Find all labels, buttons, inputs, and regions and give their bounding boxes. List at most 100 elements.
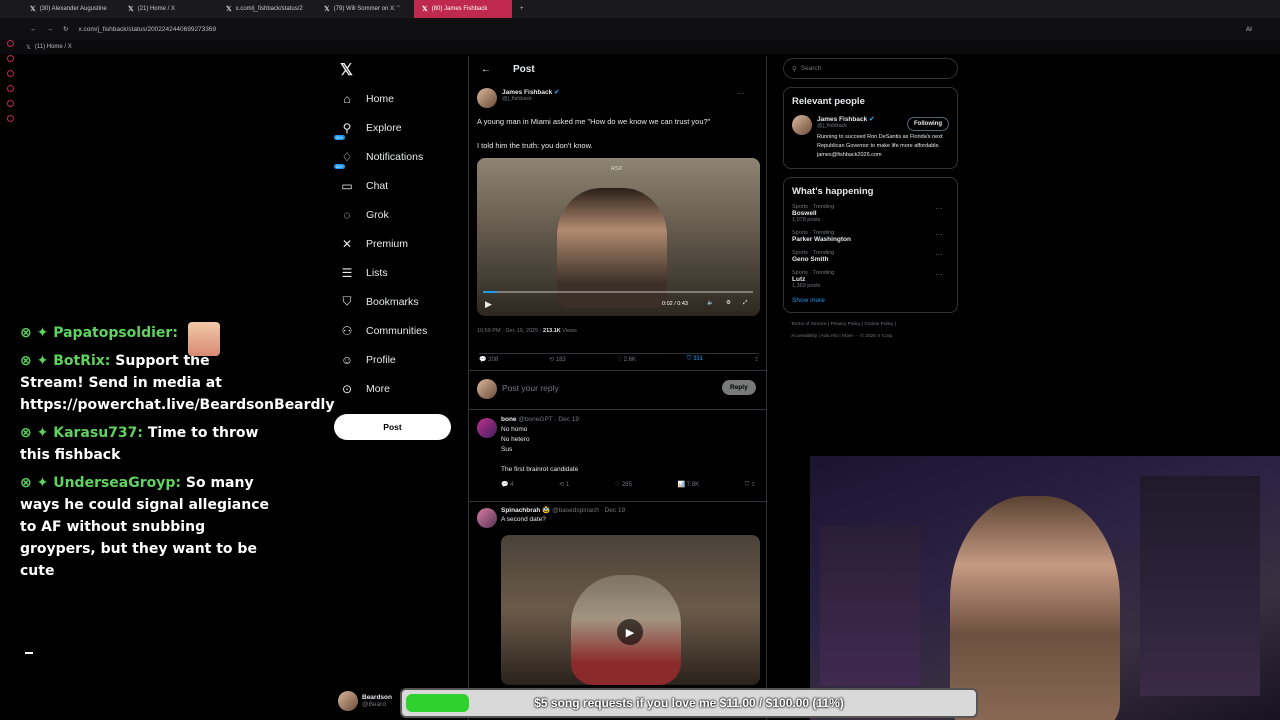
reply-action[interactable]: 💬 4 [501,481,513,489]
nav-item-label: Chat [366,179,389,192]
reply-author[interactable]: bone [501,416,517,423]
video-player[interactable]: RSX ▶ 0:02 / 0:43 🔈 ⚙ ⤢ [477,158,760,316]
video-progress-track[interactable] [483,291,753,293]
share-icon[interactable]: ⇪ [754,356,759,363]
bookmark-icon[interactable]: ⛉ ⇪ [745,481,756,489]
sidebar-app-icon[interactable] [6,40,14,47]
nav-item-communities[interactable]: ⚇ Communities [334,316,464,345]
nav-item-home[interactable]: ⌂ Home [334,84,464,113]
avatar[interactable] [477,88,497,108]
nav-item-bookmarks[interactable]: ⛉ Bookmarks [334,287,464,316]
post-author[interactable]: James Fishback ✔ @j_fishback [477,88,560,108]
reply-handle[interactable]: @boneGPT · Dec 19 [518,416,579,423]
nav-item-more[interactable]: ⊙ More [334,374,464,403]
notification-badge: 20+ [334,164,345,169]
chat-username[interactable]: BotRix: [53,353,110,369]
repost-action[interactable]: ⟲ 1 [559,481,569,489]
new-tab-button[interactable]: + [512,0,532,18]
fullscreen-icon[interactable]: ⤢ [743,300,747,307]
reply-button[interactable]: Reply [722,380,756,395]
bookmark-item[interactable]: (11) Home / X [35,44,72,50]
more-options-icon[interactable]: ··· [935,204,943,213]
sidebar-app-icon[interactable] [6,55,14,62]
trend-item[interactable]: Sports · Trending Boswell 1,078 posts ··· [792,204,949,223]
back-arrow-icon[interactable]: ← [481,64,491,75]
footer-links[interactable]: Terms of Service | Privacy Policy | Cook… [783,319,958,343]
reply-input[interactable]: Post your reply [502,383,559,393]
nav-item-grok[interactable]: ◌ Grok [334,200,464,229]
gif-media[interactable]: ▶ [501,535,760,685]
browser-tab[interactable]: 𝕏 (79) Will Sommer on X: " [316,0,414,18]
nav-item-lists[interactable]: ☰ Lists [334,258,464,287]
browser-tab[interactable]: 𝕏 (30) Alexander Augustine [22,0,120,18]
post-time[interactable]: 10:59 PM · Dec 19, 2025 · [477,328,542,334]
chat-username[interactable]: Karasu737: [53,425,143,441]
footer-line[interactable]: Accessibility | Ads info | More ··· © 20… [791,331,958,343]
author-name[interactable]: James Fishback [502,89,552,96]
browser-sidebar [0,36,20,186]
play-icon[interactable]: ▶ [485,299,492,310]
bookmark-action[interactable]: ⛉ 331 [687,356,703,363]
reply-tweet[interactable]: Spinachbrah 🥸 @basedspinach · Dec 19 A s… [477,506,762,528]
more-options-icon[interactable]: ··· [737,89,745,98]
nav-item-premium[interactable]: ✕ Premium [334,229,464,258]
sidebar-app-icon[interactable] [6,70,14,77]
like-action[interactable]: ♡ 285 [615,481,632,489]
search-icon: ⚲ [792,65,797,73]
like-action[interactable]: ♡ 2.6K [617,356,636,363]
more-options-icon[interactable]: ··· [935,230,943,239]
more-icon: ⊙ [341,381,353,396]
volume-icon[interactable]: 🔈 [707,300,714,306]
reply-handle[interactable]: @basedspinach · Dec 19 [552,507,625,514]
nav-item-label: Premium [366,237,409,250]
chat-username[interactable]: Papatopsoldier: [53,325,178,341]
nav-item-label: Notifications [366,150,424,163]
avatar[interactable] [792,115,812,135]
forward-icon[interactable]: → [47,26,54,33]
sidebar-app-icon[interactable] [6,100,14,107]
author-handle[interactable]: @j_fishback [502,96,560,102]
browser-tab[interactable]: 𝕏 (21) Home / X [120,0,218,18]
repost-action[interactable]: ⟲ 183 [549,356,566,363]
sidebar-app-icon[interactable] [6,85,14,92]
reply-tweet[interactable]: bone @boneGPT · Dec 19 No homo No hetero S… [477,416,762,489]
more-options-icon[interactable]: ··· [935,250,943,259]
views-action[interactable]: 📊 7.8K [678,481,699,489]
avatar[interactable] [477,508,497,528]
communities-icon: ⚇ [341,323,353,338]
back-icon[interactable]: ← [30,26,37,33]
settings-icon[interactable]: ⚙ [726,300,731,306]
nav-item-notifications[interactable]: ♢ 20+ Notifications [334,135,464,171]
trend-item[interactable]: Sports · Trending Parker Washington ··· [792,230,949,243]
person-name[interactable]: James Fishback [817,116,867,123]
x-home-logo-icon[interactable]: 𝕏 [340,60,353,80]
chat-username[interactable]: UnderseaGroyp: [53,475,181,491]
ai-label[interactable]: AI [1246,26,1252,33]
nav-item-chat[interactable]: ▭ 20+ Chat [334,164,464,200]
primary-nav: ⌂ Home ⚲ Explore ♢ 20+ Notifications ▭ 20+ Chat ◌ G… [334,84,464,403]
nav-item-profile[interactable]: ☺ Profile [334,345,464,374]
post-button[interactable]: Post [334,414,451,440]
page-title: Post [513,64,535,75]
nav-item-label: Grok [366,208,389,221]
footer-line[interactable]: Terms of Service | Privacy Policy | Cook… [791,319,958,331]
browser-tab[interactable]: 𝕏x.com/j_fishback/status/2 [218,0,316,18]
trend-item[interactable]: Sports · Trending Lutz 1,369 posts ··· [792,270,949,289]
reload-icon[interactable]: ↻ [63,25,68,33]
trend-item[interactable]: Sports · Trending Geno Smith ··· [792,250,949,263]
like-count: 2.6K [623,357,637,363]
nav-item-label: Home [366,92,395,105]
nav-item-explore[interactable]: ⚲ Explore [334,113,464,142]
reply-author[interactable]: Spinachbrah 🥸 [501,507,550,514]
url-field[interactable]: x.com/j_fishback/status/2002242440699273… [78,26,216,33]
following-button[interactable]: Following [907,117,949,131]
reply-action[interactable]: 💬 208 [479,356,498,363]
search-input[interactable]: ⚲ Search [783,58,958,79]
browser-tab-active[interactable]: 𝕏 (80) James Fishback [414,0,512,18]
reply-line [501,455,762,465]
more-options-icon[interactable]: ··· [935,270,943,279]
play-icon[interactable]: ▶ [617,619,643,645]
avatar[interactable] [477,418,497,438]
show-more-link[interactable]: Show more [792,297,949,304]
sidebar-app-icon[interactable] [6,115,14,122]
